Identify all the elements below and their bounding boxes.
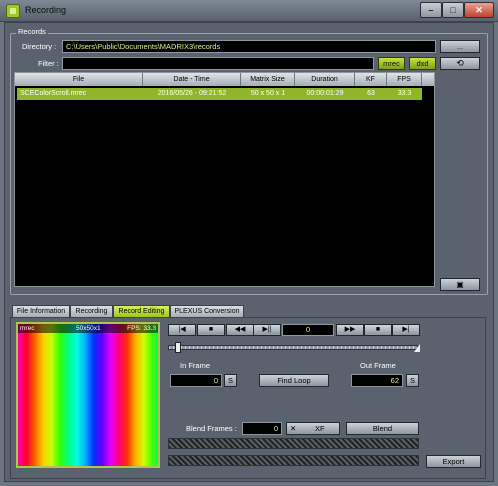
column-header-matrix-size[interactable]: Matrix Size — [241, 73, 295, 86]
cell-date-time: 2016/05/26 - 09:21:52 — [157, 90, 227, 97]
skip-start-icon: |◀ — [178, 326, 186, 333]
filter-label: Filter : — [38, 59, 59, 68]
preview-window: mrec 50x50x1 FPS: 33.3 — [16, 322, 160, 468]
dxd-filter-button[interactable]: dxd — [409, 57, 436, 70]
mrec-filter-button[interactable]: mrec — [378, 57, 405, 70]
records-group-label: Records — [16, 27, 48, 36]
stop-button[interactable]: ■ — [197, 324, 225, 336]
crossfade-label: XF — [315, 424, 325, 433]
table-row[interactable]: SCEColorScroll.mrec 2016/05/26 - 09:21:5… — [17, 88, 422, 100]
cell-matrix-size: 50 x 50 x 1 — [250, 90, 286, 97]
column-header-file[interactable]: File — [15, 73, 143, 86]
minimize-button[interactable]: – — [420, 2, 442, 18]
play-pause-icon: ▶|| — [262, 326, 272, 333]
preview-matrix-size: 50x50x1 — [76, 325, 101, 332]
blend-button[interactable]: Blend — [346, 422, 419, 435]
stop-icon: ■ — [375, 326, 381, 333]
column-header-kf[interactable]: KF — [355, 73, 387, 86]
preview-info-bar: mrec 50x50x1 FPS: 33.3 — [18, 324, 158, 333]
refresh-button[interactable]: ⟲ — [440, 57, 480, 70]
set-out-frame-button[interactable]: S — [406, 374, 419, 387]
records-table[interactable]: File Date - Time Matrix Size Duration KF… — [14, 72, 435, 287]
cell-kf: 63 — [367, 90, 375, 97]
preview-format: mrec — [20, 325, 35, 332]
find-loop-button[interactable]: Find Loop — [259, 374, 329, 387]
app-icon — [6, 4, 20, 18]
frame-counter[interactable]: 0 — [282, 324, 334, 336]
timeline-slider[interactable] — [168, 342, 420, 353]
cell-file: SCEColorScroll.mrec — [20, 90, 87, 97]
column-header-fps[interactable]: FPS — [387, 73, 422, 86]
out-frame-field[interactable]: 62 — [351, 374, 403, 387]
crossfade-icon: ✕ — [290, 424, 297, 433]
delete-button[interactable]: ▣ — [440, 278, 480, 291]
out-frame-label: Out Frame — [360, 361, 396, 370]
close-button[interactable]: ✕ — [464, 2, 494, 18]
preview-fps: FPS: 33.3 — [127, 325, 156, 332]
blend-frames-label: Blend Frames : — [186, 424, 237, 433]
in-frame-field[interactable]: 0 — [170, 374, 222, 387]
fast-forward-icon: ▶▶ — [344, 326, 356, 333]
table-header: File Date - Time Matrix Size Duration KF… — [15, 73, 434, 86]
rewind-button[interactable]: ◀◀ — [226, 324, 254, 336]
directory-label: Directory : — [22, 42, 57, 51]
column-header-date-time[interactable]: Date - Time — [143, 73, 241, 86]
window-title: Recording — [25, 5, 67, 15]
browse-button[interactable]: ... — [440, 40, 480, 53]
trash-icon: ▣ — [456, 280, 464, 289]
tab-file-information[interactable]: File Information — [12, 305, 70, 317]
directory-field[interactable]: C:\Users\Public\Documents\MADRIX3\record… — [62, 40, 436, 53]
timeline-track[interactable] — [168, 345, 418, 350]
timeline-end-handle[interactable] — [414, 344, 420, 352]
cell-duration: 00:00:01:29 — [306, 90, 344, 97]
export-button[interactable]: Export — [426, 455, 481, 468]
play-pause-button[interactable]: ▶|| — [253, 324, 281, 336]
cell-fps: 33.3 — [397, 90, 412, 97]
crossfade-button[interactable]: ✕ XF — [286, 422, 340, 435]
rewind-icon: ◀◀ — [234, 326, 246, 333]
refresh-icon: ⟲ — [456, 58, 464, 68]
in-frame-label: In Frame — [180, 361, 211, 370]
column-header-duration[interactable]: Duration — [295, 73, 355, 86]
fast-forward-button[interactable]: ▶▶ — [336, 324, 364, 336]
skip-start-button[interactable]: |◀ — [168, 324, 196, 336]
skip-end-icon: ▶| — [402, 326, 410, 333]
timeline-start-handle[interactable] — [175, 342, 181, 353]
stop-icon: ■ — [208, 326, 214, 333]
export-progress-bar — [168, 455, 419, 466]
tab-plexus-conversion[interactable]: PLEXUS Conversion — [170, 305, 244, 317]
blend-progress-bar — [168, 438, 419, 449]
tab-recording[interactable]: Recording — [70, 305, 113, 317]
blend-frames-field[interactable]: 0 — [242, 422, 282, 435]
maximize-button[interactable]: □ — [442, 2, 464, 18]
stop-end-button[interactable]: ■ — [364, 324, 392, 336]
skip-end-button[interactable]: ▶| — [392, 324, 420, 336]
set-in-frame-button[interactable]: S — [224, 374, 237, 387]
filter-input[interactable] — [62, 57, 374, 70]
tab-record-editing[interactable]: Record Editing — [113, 305, 170, 317]
